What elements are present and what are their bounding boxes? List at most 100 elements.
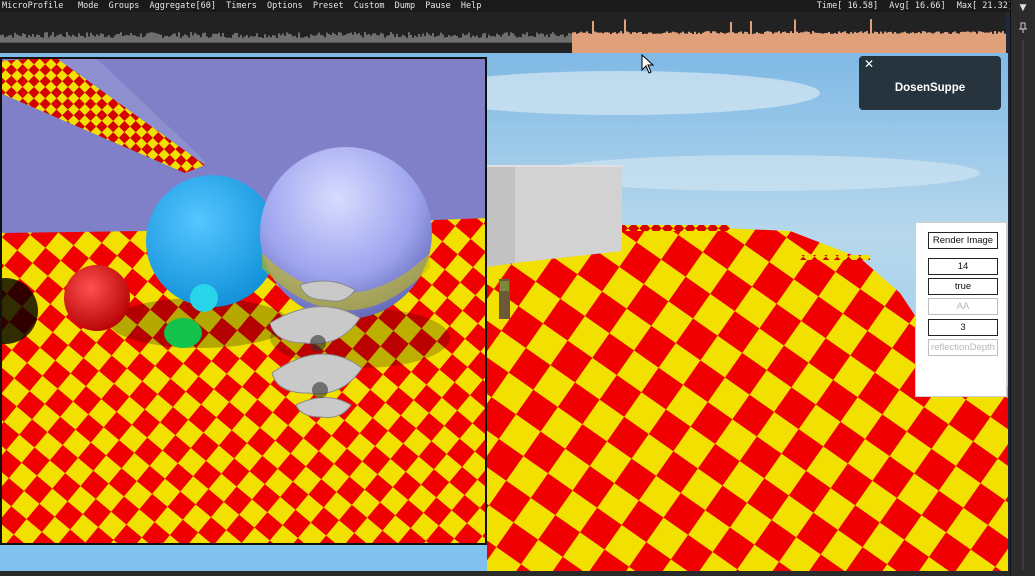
pin-icon[interactable]: [1017, 22, 1029, 34]
frame-time-bar: [974, 31, 976, 53]
frame-time-bar: [196, 34, 198, 42]
frame-time-bar: [994, 31, 996, 53]
frame-time-bar: [276, 37, 278, 42]
frame-time-bar: [354, 32, 356, 42]
frame-time-bar: [588, 33, 590, 53]
depth-field[interactable]: [928, 319, 998, 336]
frame-time-bar: [726, 32, 728, 53]
menu-help[interactable]: Help: [461, 1, 481, 11]
frame-time-bar: [770, 31, 772, 53]
frame-time-bar: [578, 32, 580, 53]
frame-time-bar: [980, 31, 982, 53]
frame-time-bar: [392, 34, 394, 42]
frame-time-bar: [360, 35, 362, 42]
frame-time-bar: [314, 35, 316, 42]
frame-time-bar: [988, 32, 990, 53]
frame-time-bar: [168, 36, 170, 42]
frame-time-bar: [82, 35, 84, 42]
frame-time-bar: [64, 36, 66, 42]
frame-time-bar: [852, 33, 854, 53]
frame-time-bar: [632, 32, 634, 53]
frame-time-bar: [706, 31, 708, 53]
frame-time-bar: [886, 32, 888, 53]
frame-time-bar: [218, 32, 220, 42]
frame-time-bar: [484, 32, 486, 42]
frame-time-bar: [534, 37, 536, 42]
frame-time-bar: [850, 32, 852, 53]
frame-time-bar: [350, 32, 352, 42]
frame-time-bar: [128, 35, 130, 42]
frame-time-bar: [676, 32, 678, 53]
frame-time-bar: [766, 31, 768, 53]
frame-time-graph[interactable]: [0, 12, 1006, 53]
frame-time-bar: [442, 34, 444, 42]
frame-time-bar: [342, 35, 344, 42]
frame-time-bar: [550, 33, 552, 42]
frame-time-bar: [226, 37, 228, 42]
frame-time-bar: [552, 32, 554, 42]
frame-time-bar: [378, 35, 380, 42]
menu-custom[interactable]: Custom: [354, 1, 385, 11]
frame-time-bar: [116, 33, 118, 42]
frame-time-bar: [668, 32, 670, 53]
frame-time-bar: [286, 32, 288, 42]
frame-time-bar: [384, 37, 386, 42]
aa-field[interactable]: [928, 298, 998, 315]
frame-time-bar: [938, 31, 940, 53]
frame-time-bar: [526, 32, 528, 42]
chevron-down-icon[interactable]: ▼: [1016, 2, 1030, 14]
frame-time-bar: [192, 35, 194, 42]
frame-time-bar: [620, 31, 622, 53]
frame-time-bar: [642, 33, 644, 53]
menu-mode[interactable]: Mode: [78, 1, 98, 11]
menu-timers[interactable]: Timers: [226, 1, 257, 11]
resolution-field[interactable]: [928, 258, 998, 275]
frame-time-bar: [414, 35, 416, 42]
frame-time-bar: [172, 33, 174, 42]
frame-time-bar: [830, 33, 832, 53]
frame-time-bar: [822, 33, 824, 53]
frame-time-bar: [528, 36, 530, 42]
frame-time-bar: [238, 37, 240, 42]
frame-time-bar: [140, 33, 142, 42]
frame-time-bar: [522, 33, 524, 42]
menu-aggregate[interactable]: Aggregate[60]: [149, 1, 216, 11]
frame-time-bar: [604, 32, 606, 53]
frame-time-bar: [200, 37, 202, 42]
render-image-button[interactable]: Render Image: [928, 232, 998, 249]
menu-pause[interactable]: Pause: [425, 1, 451, 11]
strip-divider: [1022, 40, 1024, 570]
stat-time: Time[ 16.58]: [816, 1, 879, 11]
menu-preset[interactable]: Preset: [313, 1, 344, 11]
frame-time-bar: [432, 33, 434, 42]
frame-time-bar: [204, 32, 206, 42]
frame-time-bar: [272, 35, 274, 42]
frame-time-bar: [460, 37, 462, 42]
frame-time-bar: [808, 31, 810, 53]
frame-time-bar: [608, 32, 610, 53]
frame-time-bar: [540, 33, 542, 42]
reflection-depth-field[interactable]: [928, 339, 998, 356]
frame-time-bar: [304, 36, 306, 42]
frame-time-bar: [50, 35, 52, 42]
frame-time-bar: [428, 34, 430, 42]
frame-time-bar: [694, 31, 696, 53]
frame-time-bar: [558, 35, 560, 42]
frame-time-bar: [650, 32, 652, 53]
frame-time-bar: [306, 36, 308, 42]
frame-time-bar: [236, 32, 238, 42]
frame-time-bar: [324, 37, 326, 42]
menu-options[interactable]: Options: [267, 1, 303, 11]
frame-time-bar: [438, 35, 440, 42]
frame-time-bar: [496, 33, 498, 42]
close-icon[interactable]: ✕: [863, 58, 875, 70]
frame-time-bar: [400, 36, 402, 42]
frame-time-bar: [920, 33, 922, 53]
game-viewport[interactable]: ✕ DosenSuppe Render Image: [0, 53, 1008, 571]
menu-groups[interactable]: Groups: [109, 1, 140, 11]
menu-dump[interactable]: Dump: [395, 1, 415, 11]
frame-time-bar: [798, 32, 800, 53]
shadows-field[interactable]: [928, 278, 998, 295]
frame-time-bar: [718, 33, 720, 53]
frame-time-bar: [104, 37, 106, 42]
